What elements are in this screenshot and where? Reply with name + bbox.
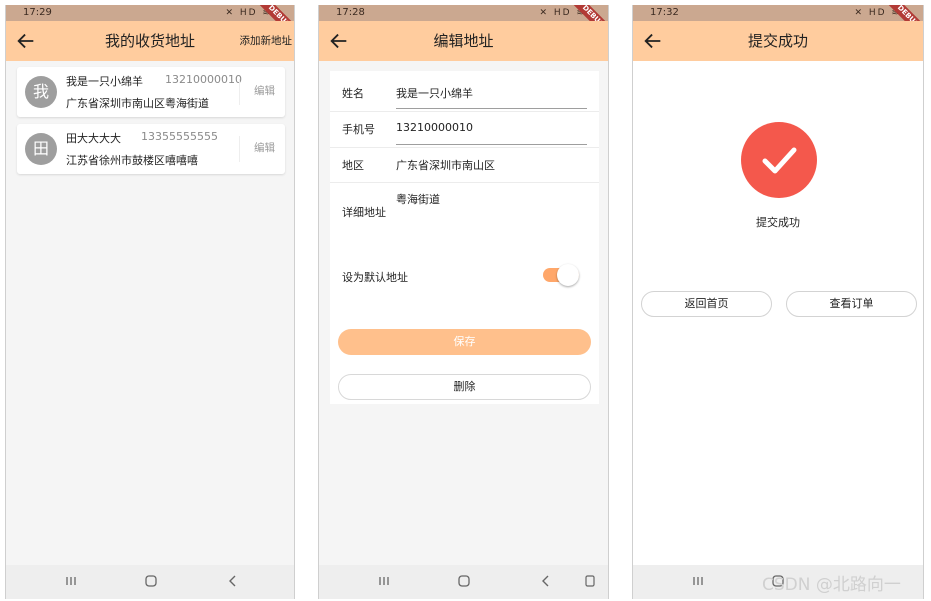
status-time: 17:29 [23,7,52,18]
home-icon[interactable] [456,573,472,589]
avatar: 田 [25,133,57,165]
page-title: 提交成功 [747,32,808,50]
recipient-name: 我是一只小绵羊 [66,75,143,88]
back-arrow-icon[interactable] [642,30,664,52]
recipient-address: 江苏省徐州市鼓楼区嘻嘻嘻 [66,154,198,167]
back-home-button[interactable]: 返回首页 [641,291,772,317]
divider [330,147,599,148]
app-bar: 编辑地址 [319,21,608,61]
view-order-button[interactable]: 查看订单 [786,291,917,317]
recipient-phone: 13210000010 [165,73,242,86]
back-nav-icon[interactable] [538,573,554,589]
app-bar: 我的收货地址 添加新地址 [6,21,294,61]
system-nav-bar [6,565,294,599]
edit-button[interactable]: 编辑 [254,83,275,98]
phone-underline [396,144,587,145]
detail-field[interactable]: 粤海街道 [396,191,440,207]
recipient-phone: 13355555555 [141,130,218,143]
page-title: 编辑地址 [433,32,494,50]
delete-button[interactable]: 删除 [338,374,591,400]
submit-success-screen: 17:32 ✕ HD ≋ DEBUG 提交成功 提交成功 返回首页 查看订单 [632,5,924,599]
system-nav-bar [319,565,608,599]
recent-apps-icon[interactable] [63,573,79,589]
name-field[interactable]: 我是一只小绵羊 [396,85,473,101]
recent-apps-icon[interactable] [376,573,392,589]
recipient-address: 广东省深圳市南山区粤海街道 [66,97,209,110]
back-arrow-icon[interactable] [328,30,350,52]
address-card[interactable]: 我 我是一只小绵羊 13210000010 广东省深圳市南山区粤海街道 编辑 [17,67,285,117]
rotate-screen-icon[interactable] [582,573,598,589]
edit-address-screen: 17:28 ✕ HD ≋ DEBUG 编辑地址 姓名 我是一只小绵羊 手机号 1… [318,5,609,599]
avatar: 我 [25,76,57,108]
status-bar: 17:32 ✕ HD ≋ DEBUG [633,5,923,46]
add-address-button[interactable]: 添加新地址 [240,21,293,61]
name-underline [396,108,587,109]
region-field[interactable]: 广东省深圳市南山区 [396,157,495,173]
default-address-label: 设为默认地址 [342,271,408,284]
page-title: 我的收货地址 [104,32,195,50]
recipient-name: 田大大大大 [66,132,121,145]
edit-button[interactable]: 编辑 [254,140,275,155]
divider [239,79,240,105]
success-message: 提交成功 [756,216,800,229]
address-card[interactable]: 田 田大大大大 13355555555 江苏省徐州市鼓楼区嘻嘻嘻 编辑 [17,124,285,174]
phone-label: 手机号 [342,123,375,136]
name-label: 姓名 [342,87,364,100]
status-time: 17:32 [650,7,679,18]
status-bar: 17:28 ✕ HD ≋ DEBUG [319,5,608,46]
address-list-screen: 17:29 ✕ HD ≋ DEBUG 我的收货地址 添加新地址 我 我是一只小绵… [5,5,295,599]
recent-apps-icon[interactable] [690,573,706,589]
success-badge [741,122,817,198]
address-form: 姓名 我是一只小绵羊 手机号 13210000010 地区 广东省深圳市南山区 … [330,71,599,404]
save-button[interactable]: 保存 [338,329,591,355]
divider [330,182,599,183]
back-arrow-icon[interactable] [15,30,37,52]
status-time: 17:28 [336,7,365,18]
app-bar: 提交成功 [633,21,923,61]
status-bar: 17:29 ✕ HD ≋ DEBUG [6,5,294,46]
checkmark-icon [762,147,797,174]
default-address-toggle[interactable] [543,264,579,286]
detail-label: 详细地址 [342,206,386,219]
divider [239,136,240,162]
back-nav-icon[interactable] [225,573,241,589]
home-icon[interactable] [143,573,159,589]
divider [330,111,599,112]
region-label: 地区 [342,159,364,172]
phone-field[interactable]: 13210000010 [396,121,473,134]
watermark: CSDN @北路向一 [762,575,901,595]
toggle-knob [557,264,579,286]
